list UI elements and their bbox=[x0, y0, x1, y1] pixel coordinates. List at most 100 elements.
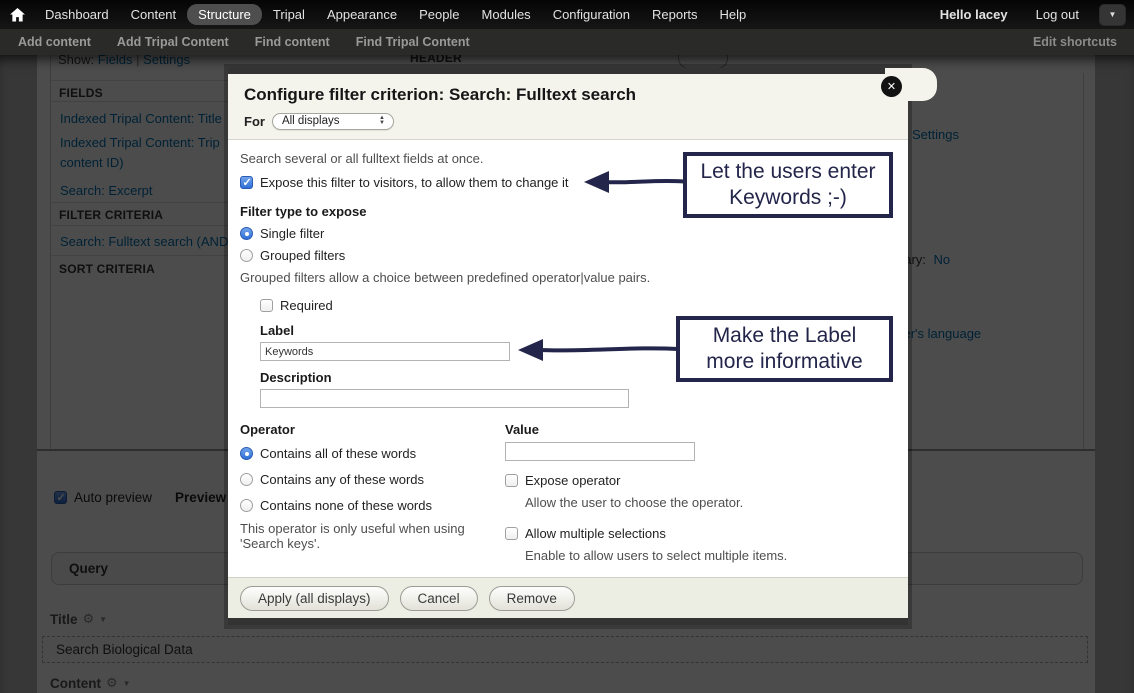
gear-icon[interactable]: ⚙ bbox=[83, 611, 95, 627]
show-label: Show: bbox=[58, 55, 94, 67]
column-divider bbox=[50, 55, 51, 449]
summary-value-link[interactable]: No bbox=[934, 252, 951, 267]
filter-link[interactable]: Search: Fulltext search (AND bbox=[60, 234, 228, 249]
value-heading: Value bbox=[505, 422, 892, 437]
divider-line bbox=[51, 225, 228, 226]
operator-column: Operator Contains all of these words Con… bbox=[240, 422, 505, 563]
shortcut-find-tripal-content[interactable]: Find Tripal Content bbox=[343, 35, 483, 49]
cancel-button[interactable]: Cancel bbox=[400, 586, 478, 611]
menu-item-people[interactable]: People bbox=[408, 4, 470, 25]
menu-item-configuration[interactable]: Configuration bbox=[542, 4, 641, 25]
operator-all-label: Contains all of these words bbox=[260, 446, 416, 461]
close-icon[interactable]: ✕ bbox=[881, 76, 902, 97]
caret-down-icon: ▼ bbox=[99, 615, 107, 624]
right-column-divider bbox=[1083, 73, 1084, 449]
annotation-line: Make the Label bbox=[686, 323, 883, 349]
menu-item-structure[interactable]: Structure bbox=[187, 4, 262, 25]
shortcut-find-content[interactable]: Find content bbox=[242, 35, 343, 49]
operator-option-row: Contains none of these words bbox=[240, 498, 505, 513]
for-display-select[interactable]: All displays ▲ ▼ bbox=[272, 113, 394, 130]
operator-any-label: Contains any of these words bbox=[260, 472, 424, 487]
screen: Show: Fields | Settings HEADER FIELDS In… bbox=[0, 0, 1134, 693]
label-input[interactable] bbox=[260, 342, 510, 361]
divider-line bbox=[51, 101, 228, 102]
annotation-arrow-left-icon bbox=[584, 168, 684, 196]
title-label: Title bbox=[50, 612, 78, 627]
grouped-help: Grouped filters allow a choice between p… bbox=[240, 270, 892, 285]
auto-preview-label: Auto preview bbox=[74, 490, 152, 505]
required-label: Required bbox=[280, 298, 333, 313]
modal-header: ✕ Configure filter criterion: Search: Fu… bbox=[228, 74, 908, 140]
settings-fragment: | Settings bbox=[899, 127, 959, 142]
required-checkbox[interactable] bbox=[260, 299, 273, 312]
toolbar-toggle-button[interactable]: ▼ bbox=[1099, 4, 1126, 26]
expose-operator-label: Expose operator bbox=[525, 473, 620, 488]
auto-preview-row: Auto preview Preview w bbox=[54, 490, 240, 505]
apply-button[interactable]: Apply (all displays) bbox=[240, 586, 389, 611]
toolbar-right: Hello lacey Log out ▼ bbox=[926, 4, 1134, 26]
menu-item-content[interactable]: Content bbox=[120, 4, 188, 25]
field-link[interactable]: Indexed Tripal Content: Title bbox=[60, 111, 222, 126]
single-filter-row: Single filter bbox=[240, 226, 892, 241]
allow-multiple-row: Allow multiple selections bbox=[505, 526, 892, 541]
operator-help: This operator is only useful when using … bbox=[240, 521, 480, 551]
operator-none-radio[interactable] bbox=[240, 499, 253, 512]
operator-any-radio[interactable] bbox=[240, 473, 253, 486]
divider-line bbox=[51, 202, 228, 203]
home-icon[interactable] bbox=[0, 8, 34, 22]
annotation-line: Let the users enter bbox=[693, 159, 883, 185]
logout-link[interactable]: Log out bbox=[1022, 7, 1093, 22]
title-value-box[interactable]: Search Biological Data bbox=[42, 636, 1088, 663]
menu-item-help[interactable]: Help bbox=[709, 4, 758, 25]
show-separator: | bbox=[136, 55, 139, 67]
shortcut-add-tripal-content[interactable]: Add Tripal Content bbox=[104, 35, 242, 49]
edit-shortcuts-link[interactable]: Edit shortcuts bbox=[1016, 35, 1134, 49]
annotation-box-keywords: Let the users enter Keywords ;-) bbox=[683, 152, 893, 218]
description-input[interactable] bbox=[260, 389, 629, 408]
allow-multiple-checkbox[interactable] bbox=[505, 527, 518, 540]
show-fields-link[interactable]: Fields bbox=[98, 55, 133, 67]
menu-item-appearance[interactable]: Appearance bbox=[316, 4, 408, 25]
field-link[interactable]: Indexed Tripal Content: Trip bbox=[60, 135, 220, 150]
gear-icon[interactable]: ⚙ bbox=[106, 675, 118, 691]
menu-item-tripal[interactable]: Tripal bbox=[262, 4, 316, 25]
admin-toolbar: Dashboard Content Structure Tripal Appea… bbox=[0, 0, 1134, 29]
menu-item-dashboard[interactable]: Dashboard bbox=[34, 4, 120, 25]
menu-item-reports[interactable]: Reports bbox=[641, 4, 709, 25]
single-filter-radio[interactable] bbox=[240, 227, 253, 240]
grouped-filters-label: Grouped filters bbox=[260, 248, 345, 263]
remove-button[interactable]: Remove bbox=[489, 586, 575, 611]
caret-down-icon: ▼ bbox=[123, 679, 131, 688]
operator-heading: Operator bbox=[240, 422, 505, 437]
header-section-label: HEADER bbox=[410, 55, 462, 65]
menu-item-modules[interactable]: Modules bbox=[471, 4, 542, 25]
operator-option-row: Contains all of these words bbox=[240, 446, 505, 461]
value-input[interactable] bbox=[505, 442, 695, 461]
operator-all-radio[interactable] bbox=[240, 447, 253, 460]
auto-preview-checkbox[interactable] bbox=[54, 491, 67, 504]
field-link[interactable]: content ID) bbox=[60, 155, 124, 170]
allow-multiple-label: Allow multiple selections bbox=[525, 526, 666, 541]
title-value: Search Biological Data bbox=[56, 642, 193, 657]
operator-option-row: Contains any of these words bbox=[240, 472, 505, 487]
shortcut-add-content[interactable]: Add content bbox=[5, 35, 104, 49]
show-settings-link[interactable]: Settings bbox=[143, 55, 190, 67]
show-row: Show: Fields | Settings bbox=[58, 55, 190, 67]
divider-line bbox=[51, 80, 228, 81]
expose-filter-checkbox[interactable] bbox=[240, 176, 253, 189]
expose-operator-checkbox[interactable] bbox=[505, 474, 518, 487]
settings-link[interactable]: Settings bbox=[912, 127, 959, 142]
language-link[interactable]: ser's language bbox=[897, 326, 981, 341]
annotation-line: Keywords ;-) bbox=[693, 185, 883, 211]
annotation-arrow-left-icon bbox=[514, 336, 678, 364]
annotation-line: more informative bbox=[686, 349, 883, 375]
divider-line bbox=[51, 255, 228, 256]
query-label: Query bbox=[69, 561, 108, 576]
add-button-fragment[interactable] bbox=[678, 55, 728, 69]
for-display-value: All displays bbox=[282, 115, 340, 127]
field-link[interactable]: Search: Excerpt bbox=[60, 183, 153, 198]
title-row: Title ⚙ ▼ bbox=[50, 611, 107, 627]
grouped-filters-radio[interactable] bbox=[240, 249, 253, 262]
expose-operator-row: Expose operator bbox=[505, 473, 892, 488]
user-greeting: Hello lacey bbox=[926, 7, 1022, 22]
